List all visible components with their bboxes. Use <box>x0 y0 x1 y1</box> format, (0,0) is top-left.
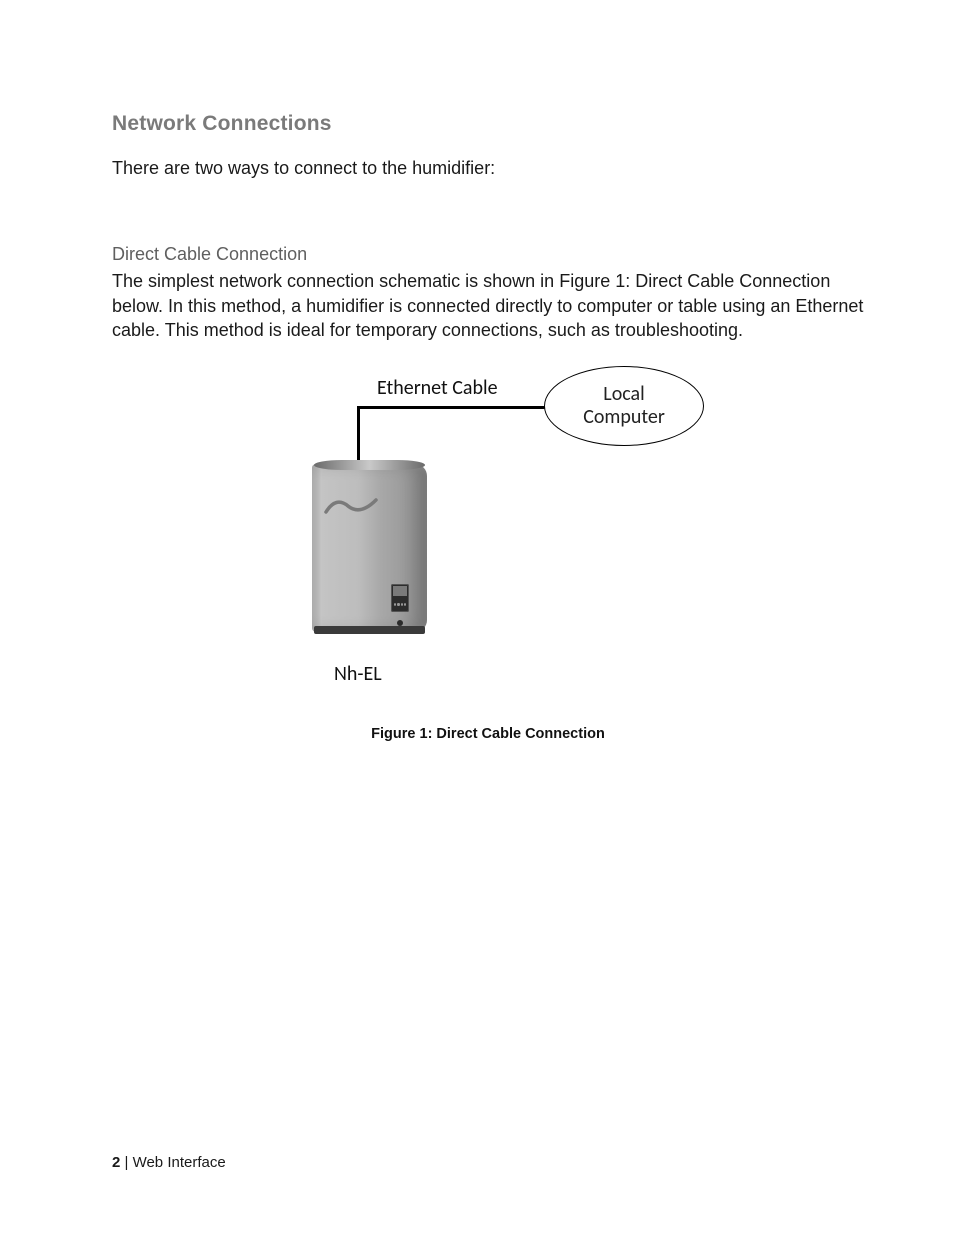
cable-horizontal-line <box>357 406 545 409</box>
page-footer: 2 | Web Interface <box>112 1154 226 1171</box>
node-label-line2: Computer <box>583 406 665 429</box>
ethernet-cable-label: Ethernet Cable <box>377 376 498 400</box>
device-model-label: Nh-EL <box>334 662 382 686</box>
device-top-cap <box>314 460 425 470</box>
intro-paragraph: There are two ways to connect to the hum… <box>112 156 864 180</box>
local-computer-node: Local Computer <box>544 366 704 446</box>
figure-diagram: Ethernet Cable Local Computer <box>312 372 812 702</box>
footer-section-name: Web Interface <box>133 1154 226 1171</box>
humidifier-device-icon <box>312 464 427 632</box>
device-screen <box>393 586 407 596</box>
footer-separator: | <box>120 1154 132 1171</box>
figure-caption: Figure 1: Direct Cable Connection <box>112 726 864 742</box>
subsection-body: The simplest network connection schemati… <box>112 269 864 342</box>
device-buttons <box>394 603 406 609</box>
node-label-line1: Local <box>603 383 644 406</box>
wave-icon <box>324 492 378 522</box>
subsection-heading: Direct Cable Connection <box>112 244 864 265</box>
device-body <box>312 464 427 632</box>
section-heading: Network Connections <box>112 112 864 136</box>
document-page: Network Connections There are two ways t… <box>0 0 954 742</box>
device-base <box>314 626 425 634</box>
device-control-panel <box>391 584 409 612</box>
